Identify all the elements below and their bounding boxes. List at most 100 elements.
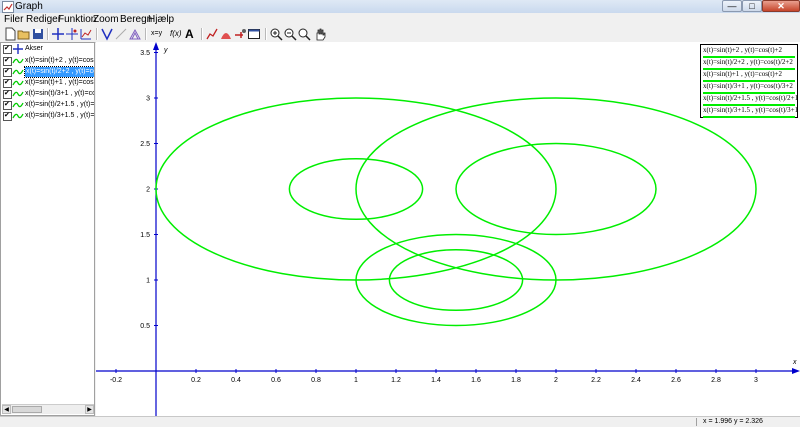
visibility-checkbox[interactable]: [3, 78, 12, 88]
y-tick-label: 2.5: [140, 141, 150, 148]
x-tick-label: 0.2: [191, 377, 201, 384]
function-list: Akser x(t)=sin(t)+2 , y(t)=cos(t)+2 x(t)…: [0, 42, 95, 416]
y-tick-label: 3.5: [140, 50, 150, 57]
graph-canvas[interactable]: y x -0.2 0.2 0.4 0.6 0.8 1 1.2 1.4 1.6 1.8 2 2.2 2.4 2.…: [96, 42, 800, 416]
visibility-checkbox[interactable]: [3, 44, 12, 54]
insert-shading-icon[interactable]: [128, 27, 142, 41]
x-tick-label: 3: [754, 377, 758, 384]
menu-funktion[interactable]: Funktion: [58, 13, 96, 26]
pan-hand-icon[interactable]: [313, 27, 327, 41]
x-tick-label: 2.6: [671, 377, 681, 384]
menu-zoom[interactable]: Zoom: [93, 13, 119, 26]
visibility-checkbox[interactable]: [3, 89, 12, 99]
x-tick-label: -0.2: [110, 377, 122, 384]
function-item[interactable]: x(t)=sin(t)+2 , y(t)=cos(t)+2: [3, 56, 94, 66]
curve-icon: [12, 56, 24, 66]
curve-icon: [12, 67, 24, 77]
insert-axes-icon[interactable]: [51, 27, 65, 41]
legend-entry: x(t)=sin(t)+2 , y(t)=cos(t)+2: [703, 46, 797, 58]
zoom-in-icon[interactable]: [269, 27, 283, 41]
scrollbar-thumb[interactable]: [12, 406, 42, 413]
horizontal-scrollbar[interactable]: ◀ ▶: [2, 404, 94, 414]
x-tick-label: 1.2: [391, 377, 401, 384]
function-item-label: x(t)=sin(t)+2 , y(t)=cos(t)+2: [25, 57, 94, 64]
legend[interactable]: x(t)=sin(t)+2 , y(t)=cos(t)+2 x(t)=sin(t…: [700, 44, 798, 118]
function-item[interactable]: x(t)=sin(t)+1 , y(t)=cos(t)+2: [3, 78, 94, 88]
maximize-icon: □: [749, 1, 755, 11]
curve-5: [355, 233, 557, 327]
x-tick-label: 0.4: [231, 377, 241, 384]
new-file-icon[interactable]: [3, 27, 17, 41]
legend-entry: x(t)=sin(t)/2+1.5 , y(t)=cos(t)/2+1: [703, 94, 798, 106]
x-tick-label: 0.6: [271, 377, 281, 384]
function-item[interactable]: x(t)=sin(t)/3+1 , y(t)=cos(t)/3+2: [3, 89, 95, 99]
function-item-label: x(t)=sin(t)/3+1 , y(t)=cos(t)/3+2: [25, 90, 95, 97]
function-item-selected[interactable]: x(t)=sin(t)/2+2 , y(t)=cos(t)/2+2: [3, 66, 94, 78]
x-tick-label: 1.6: [471, 377, 481, 384]
curve-icon: [12, 100, 24, 110]
window-title: Graph: [15, 1, 43, 12]
insert-label-icon[interactable]: A: [185, 27, 199, 41]
close-icon: ✕: [777, 1, 785, 11]
menu-hjaelp[interactable]: Hjælp: [148, 13, 174, 26]
status-divider: [696, 418, 697, 426]
insert-fx-icon[interactable]: f(x): [170, 27, 184, 41]
curve-icon: [12, 78, 24, 88]
function-item-label: x(t)=sin(t)/2+1.5 , y(t)=cos(t)/2+1: [25, 101, 95, 108]
title-bar: Graph — □ ✕: [0, 0, 800, 13]
open-folder-icon[interactable]: [17, 27, 31, 41]
zoom-out-icon[interactable]: [283, 27, 297, 41]
scroll-right-icon[interactable]: ▶: [85, 405, 94, 414]
legend-entry: x(t)=sin(t)/2+2 , y(t)=cos(t)/2+2: [703, 58, 797, 70]
legend-line: [703, 116, 795, 118]
legend-entry: x(t)=sin(t)/3+1 , y(t)=cos(t)/3+2: [703, 82, 797, 94]
x-tick-label: 2.8: [711, 377, 721, 384]
function-item[interactable]: x(t)=sin(t)/2+1.5 , y(t)=cos(t)/2+1: [3, 100, 95, 110]
function-item-label: Akser: [25, 45, 43, 52]
insert-tangent-icon[interactable]: [114, 27, 128, 41]
insert-relation-icon[interactable]: x=y: [151, 27, 167, 41]
legend-entry: x(t)=sin(t)+1 , y(t)=cos(t)+2: [703, 70, 797, 82]
function-item-label: x(t)=sin(t)+1 , y(t)=cos(t)+2: [25, 79, 94, 86]
axes-icon: [12, 44, 24, 54]
y-tick-label: 3: [146, 96, 150, 103]
status-bar: x = 1.996 y = 2.326: [0, 416, 800, 427]
table-icon[interactable]: [247, 27, 261, 41]
zoom-fit-icon[interactable]: [297, 27, 311, 41]
minimize-icon: —: [727, 1, 737, 11]
y-tick-label: 1: [146, 278, 150, 285]
insert-function-icon[interactable]: [100, 27, 114, 41]
menu-bar: Filer Rediger Funktion Zoom Beregn Hjælp: [0, 13, 800, 26]
scroll-left-icon[interactable]: ◀: [2, 405, 11, 414]
legend-entry: x(t)=sin(t)/3+1.5 , y(t)=cos(t)/3+1: [703, 106, 798, 118]
insert-series-icon[interactable]: [79, 27, 93, 41]
visibility-checkbox[interactable]: [3, 56, 12, 66]
function-item-akser[interactable]: Akser: [3, 44, 94, 54]
curve-icon: [12, 89, 24, 99]
function-item[interactable]: x(t)=sin(t)/3+1.5 , y(t)=cos(t)/3+1: [3, 111, 95, 121]
graph-plot[interactable]: y x -0.2 0.2 0.4 0.6 0.8 1 1.2 1.4 1.6 1.8 2 2.2 2.4 2.…: [96, 42, 800, 416]
curve-icon: [12, 111, 24, 121]
insert-point-icon[interactable]: [65, 27, 79, 41]
graph-icon[interactable]: [205, 27, 219, 41]
visibility-checkbox[interactable]: [3, 67, 12, 77]
pointer-icon[interactable]: [233, 27, 247, 41]
close-button[interactable]: ✕: [762, 0, 800, 12]
x-tick-label: 2: [554, 377, 558, 384]
x-tick-label: 1: [354, 377, 358, 384]
x-tick-label: 0.8: [311, 377, 321, 384]
function-item-label: x(t)=sin(t)/3+1.5 , y(t)=cos(t)/3+1: [25, 112, 95, 119]
y-axis-label: y: [163, 47, 168, 54]
y-tick-label: 1.5: [140, 232, 150, 239]
area-icon[interactable]: [219, 27, 233, 41]
save-icon[interactable]: [31, 27, 45, 41]
minimize-button[interactable]: —: [722, 0, 742, 12]
maximize-button[interactable]: □: [742, 0, 762, 12]
x-tick-label: 1.4: [431, 377, 441, 384]
menu-rediger[interactable]: Rediger: [26, 13, 61, 26]
menu-filer[interactable]: Filer: [4, 13, 23, 26]
visibility-checkbox[interactable]: [3, 100, 12, 110]
y-tick-label: 2: [146, 187, 150, 194]
x-axis-label: x: [792, 359, 797, 366]
visibility-checkbox[interactable]: [3, 111, 12, 121]
